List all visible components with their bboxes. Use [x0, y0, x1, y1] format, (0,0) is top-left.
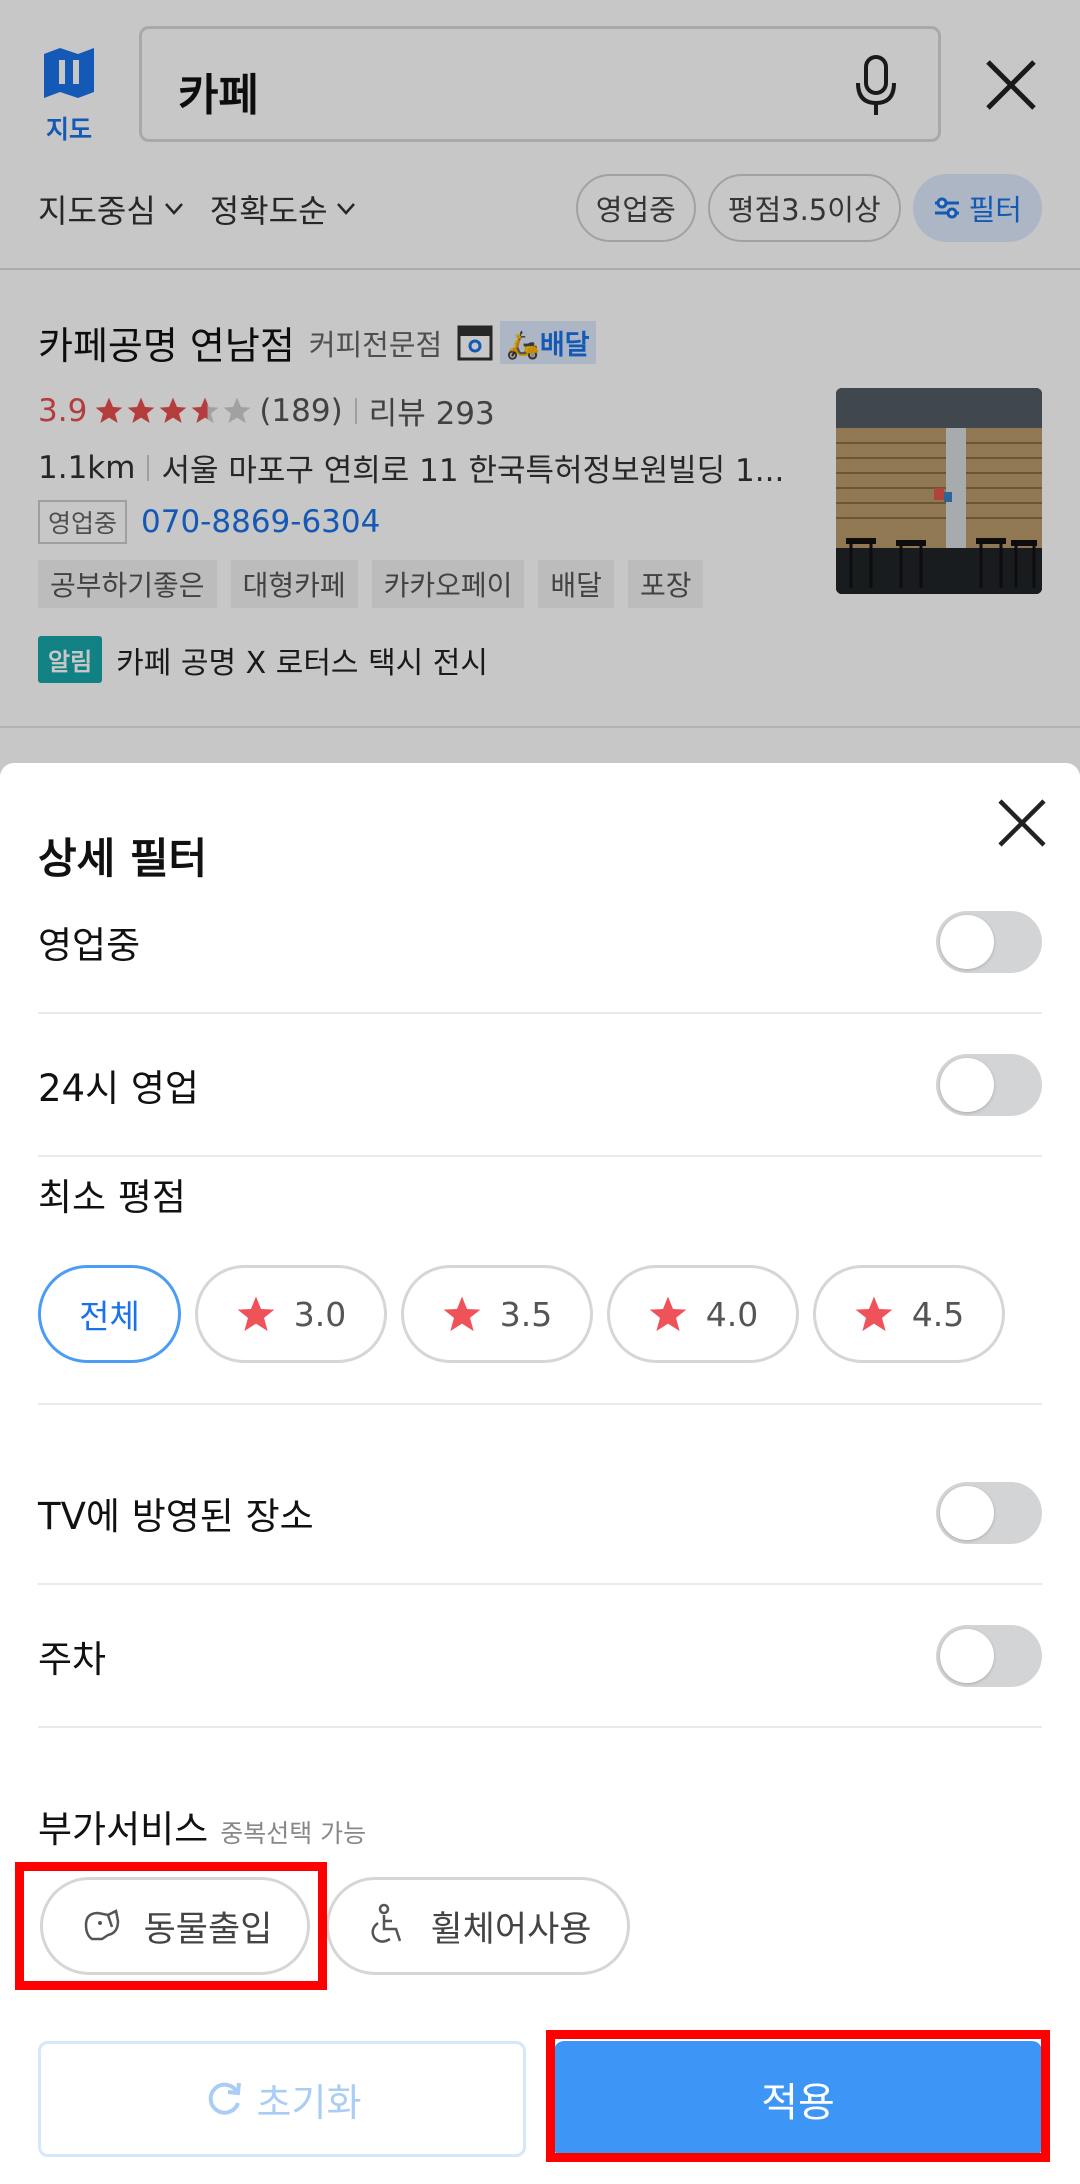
rating-chip-label: 4.5 [911, 1294, 965, 1334]
extra-services-header: 부가서비스 중복선택 가능 [38, 1799, 366, 1853]
refresh-icon [208, 2082, 241, 2115]
toggle-knob [940, 1485, 994, 1540]
tv-label: TV에 방영된 장소 [38, 1494, 314, 1538]
star-icon [237, 1296, 275, 1332]
toggle-knob [940, 914, 994, 969]
rating-chip-3-5[interactable]: 3.5 [401, 1265, 593, 1363]
service-chip-wheelchair[interactable]: 휠체어사용 [326, 1877, 630, 1975]
close-icon[interactable] [994, 795, 1050, 851]
highlight-box-pets [15, 1862, 327, 1990]
rating-chip-label: 3.0 [293, 1294, 347, 1334]
rating-chip-label: 전체 [79, 1297, 140, 1336]
star-icon [443, 1296, 481, 1332]
min-rating-section: 최소 평점 전체 3.0 3.5 4.0 4.5 [38, 1119, 1042, 1405]
rating-chip-4-5[interactable]: 4.5 [813, 1265, 1005, 1363]
filter-row-open-now: 영업중 [38, 871, 1042, 1014]
rating-chip-all[interactable]: 전체 [38, 1265, 181, 1363]
rating-chip-3-0[interactable]: 3.0 [195, 1265, 387, 1363]
open-now-toggle[interactable] [936, 910, 1042, 973]
toggle-knob [940, 1057, 994, 1112]
open-24h-label: 24시 영업 [38, 1066, 199, 1110]
rating-chip-4-0[interactable]: 4.0 [607, 1265, 799, 1363]
open-now-label: 영업중 [38, 923, 141, 967]
rating-chip-label: 4.0 [705, 1294, 759, 1334]
wheelchair-icon [371, 1903, 402, 1943]
tv-toggle[interactable] [936, 1481, 1042, 1544]
extra-services-label: 부가서비스 [38, 1808, 209, 1851]
parking-toggle[interactable] [936, 1624, 1042, 1687]
open-24h-toggle[interactable] [936, 1053, 1042, 1116]
reset-label: 초기화 [256, 2080, 362, 2125]
toggle-knob [940, 1628, 994, 1683]
reset-button[interactable]: 초기화 [38, 2041, 526, 2157]
filter-row-parking: 주차 [38, 1585, 1042, 1728]
min-rating-label: 최소 평점 [38, 1176, 186, 1219]
rating-chip-label: 3.5 [499, 1294, 553, 1334]
highlight-box-apply [546, 2030, 1050, 2162]
rating-chip-group: 전체 3.0 3.5 4.0 4.5 [38, 1265, 1019, 1363]
filter-row-tv: TV에 방영된 장소 [38, 1442, 1042, 1585]
parking-label: 주차 [38, 1637, 107, 1681]
extra-services-sub: 중복선택 가능 [220, 1819, 367, 1848]
star-icon [649, 1296, 687, 1332]
service-chip-label: 휠체어사용 [430, 1909, 592, 1950]
star-icon [855, 1296, 893, 1332]
